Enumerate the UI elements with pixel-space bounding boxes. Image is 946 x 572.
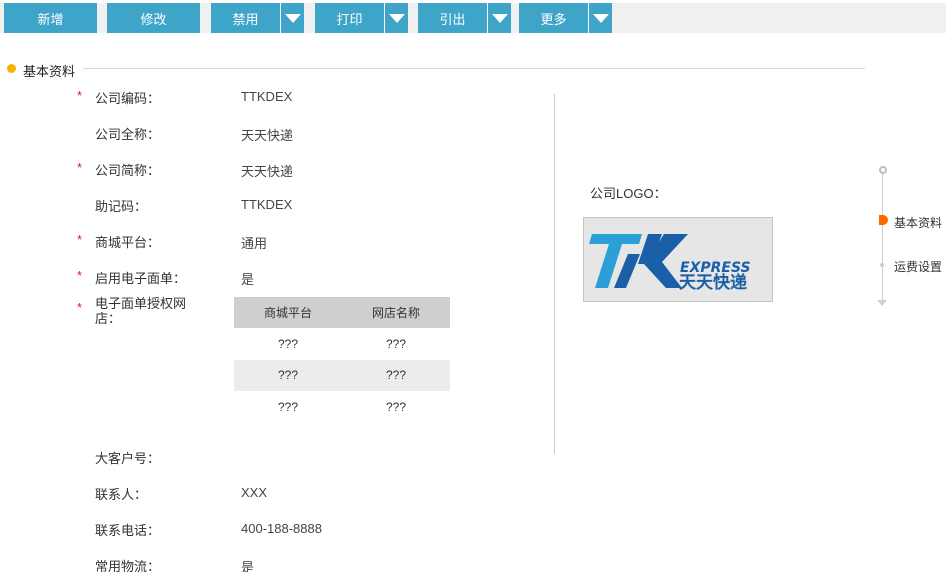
table-cell: ??? (385, 399, 407, 414)
disable-dropdown-icon[interactable] (280, 3, 304, 33)
contact-person-value: XXX (241, 485, 268, 500)
print-dropdown-icon[interactable] (384, 3, 408, 33)
company-short-name-value: 天天快递 (241, 164, 294, 179)
edit-button[interactable]: 修改 (107, 3, 200, 33)
company-code-label: 公司编码： (95, 91, 161, 106)
export-dropdown-icon[interactable] (487, 3, 511, 33)
required-mark: * (77, 268, 83, 283)
required-mark: * (77, 160, 83, 175)
table-header-cell: 商城平台 (234, 297, 342, 328)
table-cell: ??? (385, 336, 407, 351)
more-dropdown-icon[interactable] (588, 3, 612, 33)
table-cell: ??? (342, 359, 450, 391)
authorized-shops-table: 商城平台 网店名称 ??? ??? ??? ??? ??? ??? (234, 297, 450, 423)
nav-item-freight-settings[interactable]: 运费设置 (894, 258, 942, 275)
disable-button[interactable]: 禁用 (211, 3, 280, 33)
section-dot-icon (7, 64, 16, 73)
column-divider (554, 94, 555, 454)
company-logo-image[interactable]: EXPRESS 天天快递 (583, 217, 773, 302)
nav-end-arrow-icon (877, 300, 887, 306)
contact-phone-value: 400-188-8888 (241, 521, 322, 536)
nav-track (882, 174, 883, 302)
table-cell: ??? (277, 336, 299, 351)
nav-item-basic-info[interactable]: 基本资料 (894, 214, 942, 231)
key-account-label: 大客户号： (95, 451, 161, 466)
company-logo-label: 公司LOGO： (590, 186, 667, 201)
company-code-value: TTKDEX (241, 89, 293, 104)
table-row[interactable]: ??? ??? (234, 359, 450, 391)
company-full-name-value: 天天快递 (241, 128, 294, 143)
nav-start-circle-icon (879, 166, 887, 174)
table-header-row: 商城平台 网店名称 (234, 297, 450, 328)
toolbar: 新增 修改 禁用 打印 引出 更多 (0, 0, 946, 36)
mnemonic-code-value: TTKDEX (241, 197, 293, 212)
section-title: 基本资料 (23, 64, 76, 79)
mall-platform-label: 商城平台： (95, 235, 161, 250)
nav-active-marker-icon (879, 215, 888, 225)
enable-e-waybill-label: 启用电子面单： (95, 271, 187, 286)
company-short-name-label: 公司简称： (95, 163, 161, 178)
table-header-cell: 网店名称 (342, 297, 450, 328)
common-logistics-label: 常用物流： (95, 559, 161, 572)
section-divider (83, 68, 865, 69)
e-waybill-authorized-shops-label: 电子面单授权网店： (95, 296, 187, 326)
required-mark: * (77, 88, 83, 103)
company-full-name-label: 公司全称： (95, 127, 161, 142)
common-logistics-value: 是 (241, 560, 255, 572)
enable-e-waybill-value: 是 (241, 272, 255, 287)
table-cell: ??? (277, 399, 299, 414)
table-row[interactable]: ??? ??? (234, 328, 450, 360)
table-cell: ??? (234, 359, 342, 391)
table-row[interactable]: ??? ??? (234, 391, 450, 423)
required-mark: * (77, 232, 83, 247)
mall-platform-value: 通用 (241, 236, 268, 251)
more-button[interactable]: 更多 (519, 3, 588, 33)
required-mark: * (77, 300, 83, 315)
nav-dot-icon (880, 263, 884, 267)
export-button[interactable]: 引出 (418, 3, 487, 33)
contact-person-label: 联系人： (95, 487, 148, 502)
svg-text:天天快递: 天天快递 (679, 272, 747, 293)
contact-phone-label: 联系电话： (95, 523, 161, 538)
print-button[interactable]: 打印 (315, 3, 384, 33)
mnemonic-code-label: 助记码： (95, 199, 148, 214)
ttk-logo-icon: EXPRESS 天天快递 (589, 234, 751, 293)
add-button[interactable]: 新增 (4, 3, 97, 33)
